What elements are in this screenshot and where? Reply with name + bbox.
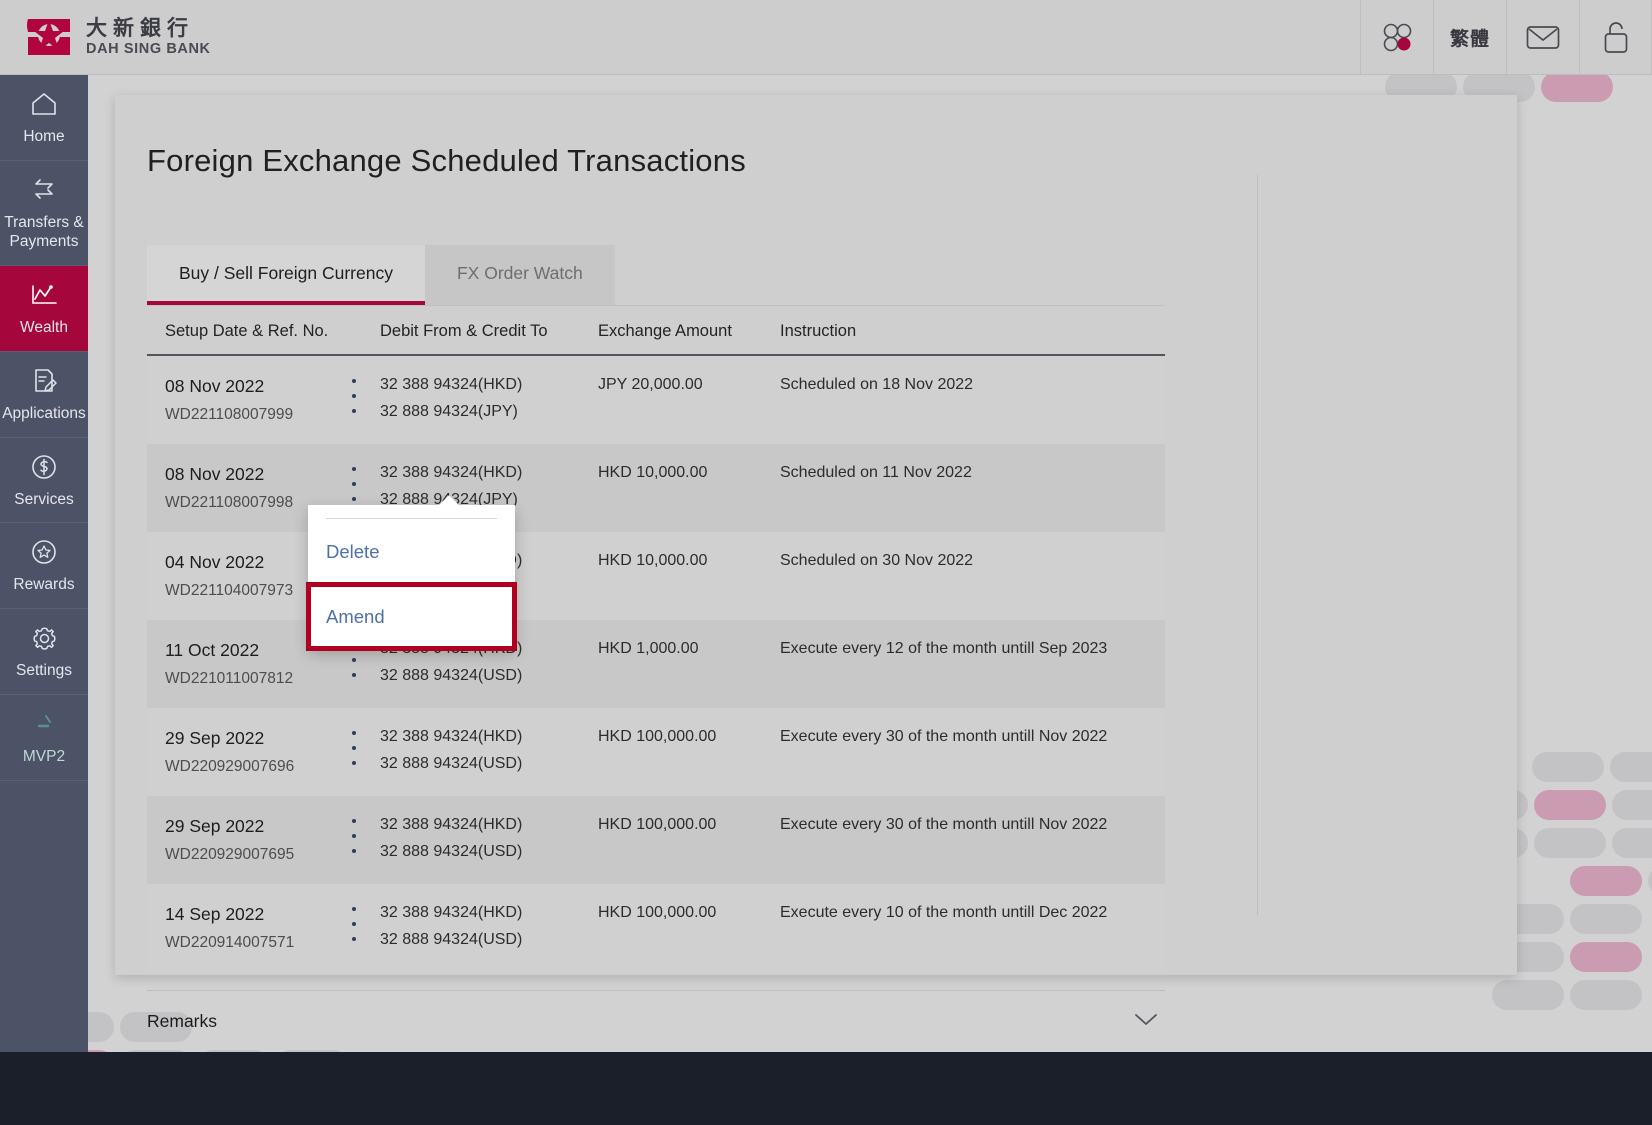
sidebar-item-label: MVP2 — [22, 748, 66, 766]
sidebar-item-mvp2[interactable]: MVP2 — [0, 695, 88, 782]
column-header-debit-credit: Debit From & Credit To — [380, 322, 548, 340]
sidebar-item-transfers-payments[interactable]: Transfers & Payments — [0, 161, 88, 266]
bottom-bar — [0, 1052, 1652, 1125]
messages-button[interactable] — [1506, 0, 1579, 75]
tab-bar: Buy / Sell Foreign Currency FX Order Wat… — [147, 245, 1165, 305]
language-toggle-button[interactable]: 繁體 — [1433, 0, 1506, 75]
cell-debit-from: 32 388 94324(HKD) — [380, 816, 523, 833]
row-actions-menu-button[interactable] — [343, 467, 365, 501]
remarks-accordion[interactable]: Remarks — [147, 990, 1165, 1032]
row-actions-menu-button[interactable] — [343, 907, 365, 941]
main-content-card: Foreign Exchange Scheduled Transactions … — [115, 95, 1517, 1031]
cell-instruction: Execute every 30 of the month untill Nov… — [780, 816, 1108, 833]
table-row[interactable]: 08 Nov 2022 WD221108007999 32 388 94324(… — [147, 356, 1165, 444]
cell-credit-to: 32 888 94324(USD) — [380, 755, 523, 772]
sidebar-item-label: Wealth — [20, 318, 68, 336]
gear-icon — [30, 623, 59, 653]
sidebar-item-services[interactable]: Services — [0, 438, 88, 524]
cell-instruction: Scheduled on 30 Nov 2022 — [780, 552, 974, 569]
vertical-divider — [1257, 175, 1258, 915]
apps-grid-icon — [1383, 23, 1412, 52]
chevron-down-icon — [1133, 1011, 1165, 1032]
table-row[interactable]: 04 Nov 2022 WD221104007973 32 388 94324(… — [147, 532, 1165, 620]
cell-exchange-amount: HKD 10,000.00 — [598, 464, 708, 481]
header-actions: 繁體 — [1360, 0, 1652, 75]
row-actions-menu-button[interactable] — [343, 819, 365, 853]
cell-exchange-amount: HKD 10,000.00 — [598, 552, 708, 569]
sidebar-item-settings[interactable]: Settings — [0, 609, 88, 696]
cell-credit-to: 32 888 94324(USD) — [380, 931, 523, 948]
home-icon — [30, 89, 58, 119]
app-root: 大新銀行 DAH SING BANK 繁體 Home Transfers & P… — [0, 0, 1652, 1125]
star-circle-icon — [30, 537, 58, 567]
row-context-menu: Delete Amend — [306, 505, 517, 651]
column-header-instruction: Instruction — [780, 322, 857, 340]
table-row[interactable]: 29 Sep 2022 WD220929007696 32 388 94324(… — [147, 708, 1165, 796]
wealth-chart-icon — [29, 280, 59, 310]
cell-instruction: Scheduled on 18 Nov 2022 — [780, 376, 974, 393]
row-actions-menu-button[interactable] — [343, 379, 365, 413]
dollar-circle-icon — [30, 452, 58, 482]
app-header: 大新銀行 DAH SING BANK 繁體 — [0, 0, 1652, 75]
sidebar-item-label: Transfers & Payments — [4, 213, 84, 250]
brand-logo[interactable]: 大新銀行 DAH SING BANK — [0, 15, 211, 59]
envelope-icon — [1526, 26, 1560, 49]
mvp-icon — [31, 709, 57, 739]
table-row[interactable]: 29 Sep 2022 WD220929007695 32 388 94324(… — [147, 796, 1165, 884]
table-row[interactable]: 11 Oct 2022 WD221011007812 32 388 94324(… — [147, 620, 1165, 708]
remarks-label: Remarks — [147, 1011, 218, 1031]
cell-debit-from: 32 388 94324(HKD) — [380, 376, 523, 393]
column-header-setup-date: Setup Date & Ref. No. — [165, 322, 329, 340]
row-actions-menu-button[interactable] — [343, 731, 365, 765]
cell-debit-from: 32 388 94324(HKD) — [380, 464, 523, 481]
cell-instruction: Scheduled on 11 Nov 2022 — [780, 464, 972, 481]
cell-credit-to: 32 888 94324(JPY) — [380, 403, 518, 420]
cell-exchange-amount: HKD 100,000.00 — [598, 816, 717, 833]
application-form-icon — [30, 366, 58, 396]
cell-instruction: Execute every 12 of the month untill Sep… — [780, 640, 1108, 657]
sidebar-item-home[interactable]: Home — [0, 75, 88, 161]
sidebar-item-applications[interactable]: Applications — [0, 352, 88, 438]
scheduled-transactions-table: Setup Date & Ref. No. Debit From & Credi… — [147, 305, 1165, 972]
cell-debit-from: 32 388 94324(HKD) — [380, 904, 523, 921]
tab-buy-sell-foreign-currency[interactable]: Buy / Sell Foreign Currency — [147, 245, 425, 305]
cell-exchange-amount: HKD 100,000.00 — [598, 904, 717, 921]
table-row[interactable]: 08 Nov 2022 WD221108007998 32 388 94324(… — [147, 444, 1165, 532]
cell-exchange-amount: HKD 1,000.00 — [598, 640, 699, 657]
bottom-bar-sidebar-stub — [0, 1052, 88, 1125]
cell-exchange-amount: HKD 100,000.00 — [598, 728, 717, 745]
menu-item-delete[interactable]: Delete — [308, 519, 515, 584]
tab-fx-order-watch[interactable]: FX Order Watch — [424, 245, 615, 305]
apps-grid-button[interactable] — [1360, 0, 1433, 75]
cell-exchange-amount: JPY 20,000.00 — [598, 376, 703, 393]
sidebar-item-label: Applications — [2, 404, 86, 422]
sidebar-item-wealth[interactable]: Wealth — [0, 265, 88, 352]
menu-pointer-arrow — [439, 495, 459, 505]
cell-debit-from: 32 388 94324(HKD) — [380, 728, 523, 745]
logout-lock-button[interactable] — [1579, 0, 1652, 75]
sidebar-item-label: Home — [23, 128, 65, 145]
brand-name-cn: 大新銀行 — [86, 17, 194, 41]
cell-credit-to: 32 888 94324(USD) — [380, 843, 523, 860]
sidebar-nav: Home Transfers & Payments Wealth Applica… — [0, 75, 88, 1125]
table-header-row: Setup Date & Ref. No. Debit From & Credi… — [147, 305, 1165, 356]
sidebar-item-label: Rewards — [13, 576, 75, 594]
cell-instruction: Execute every 30 of the month untill Nov… — [780, 728, 1108, 745]
brand-name-en: DAH SING BANK — [86, 40, 211, 57]
cell-instruction: Execute every 10 of the month untill Dec… — [780, 904, 1108, 921]
sidebar-item-label: Services — [14, 490, 74, 508]
page-title: Foreign Exchange Scheduled Transactions — [147, 143, 746, 178]
sidebar-item-label: Settings — [15, 662, 72, 680]
cell-credit-to: 32 888 94324(USD) — [380, 667, 523, 684]
menu-item-amend[interactable]: Amend — [306, 582, 517, 651]
sidebar-item-rewards[interactable]: Rewards — [0, 523, 88, 610]
transfers-icon — [30, 175, 58, 205]
table-row[interactable]: 14 Sep 2022 WD220914007571 32 388 94324(… — [147, 884, 1165, 972]
dah-sing-bank-logo-icon — [27, 19, 70, 55]
column-header-exchange-amount: Exchange Amount — [598, 322, 732, 340]
lock-icon — [1604, 22, 1627, 53]
